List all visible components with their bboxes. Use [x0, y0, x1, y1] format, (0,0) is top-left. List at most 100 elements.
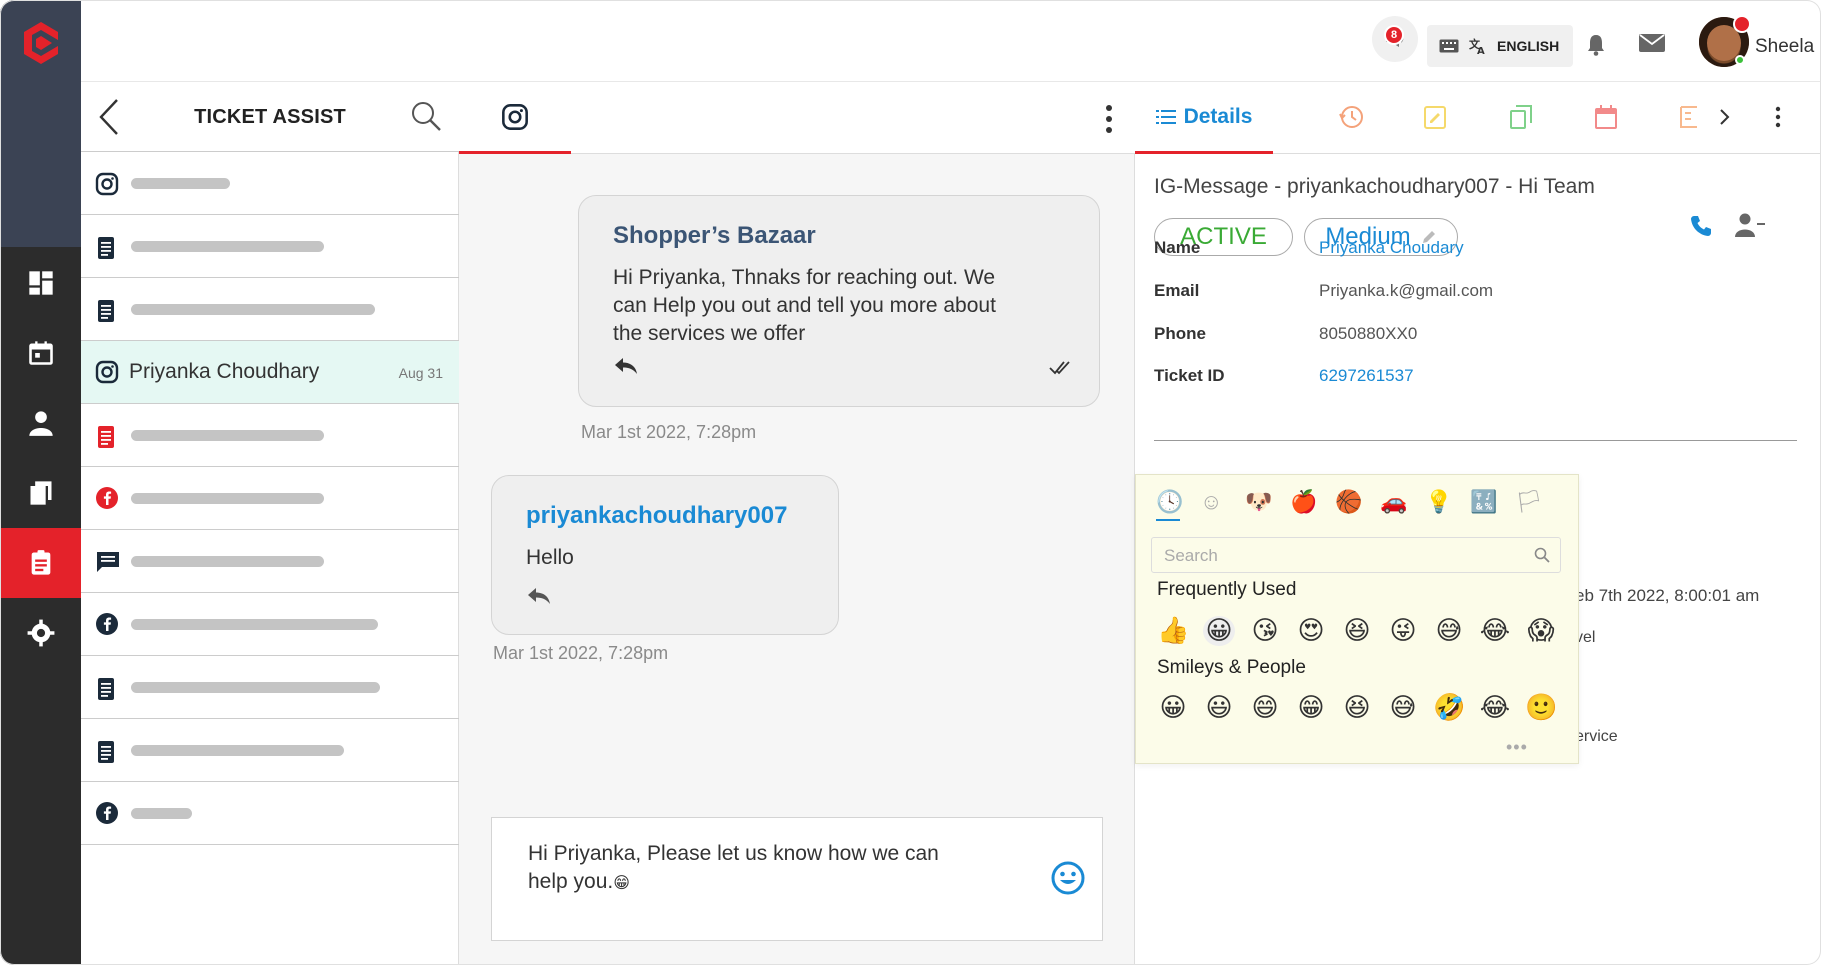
ticket-item[interactable]: [81, 782, 459, 845]
customer-phone: 8050880XX0: [1319, 324, 1418, 343]
category-symbols-icon[interactable]: 🔣: [1470, 489, 1497, 515]
customer-email: Priyanka.k@gmail.com: [1319, 281, 1494, 300]
reply-icon[interactable]: [613, 356, 639, 376]
dashboard-icon[interactable]: [0, 248, 81, 318]
message-sender: priyankachoudhary007: [526, 502, 788, 529]
ticket-item[interactable]: [81, 530, 459, 593]
more-vertical-icon[interactable]: [1105, 104, 1113, 134]
tab-details[interactable]: Details: [1135, 82, 1273, 154]
emoji-picker-button-icon[interactable]: [1050, 860, 1086, 896]
ticket-item[interactable]: [81, 215, 459, 278]
calendar-icon[interactable]: [1594, 104, 1618, 130]
category-flags-icon[interactable]: 🏳: [1515, 489, 1543, 515]
ticket-item[interactable]: [81, 467, 459, 530]
tab-instagram[interactable]: [459, 82, 571, 154]
user-avatar[interactable]: [1699, 15, 1751, 67]
ticket-item[interactable]: [81, 593, 459, 656]
composer-text[interactable]: Hi Priyanka, Please let us know how we c…: [528, 840, 1008, 897]
emoji[interactable]: 😆: [1341, 693, 1373, 723]
emoji[interactable]: 😆: [1341, 616, 1373, 646]
customer-message-bubble: priyankachoudhary007 Hello: [491, 475, 839, 635]
emoji[interactable]: 🤣: [1433, 693, 1465, 723]
history-icon[interactable]: [1338, 104, 1364, 130]
more-vertical-icon[interactable]: [1775, 106, 1781, 128]
list-icon: [1155, 109, 1176, 124]
search-icon[interactable]: [410, 100, 442, 132]
emoji[interactable]: 😃: [1203, 693, 1235, 723]
emoji-search[interactable]: [1151, 537, 1561, 573]
category-travel-icon[interactable]: 🚗: [1380, 489, 1407, 515]
category-food-icon[interactable]: 🍎: [1290, 489, 1317, 515]
online-status-dot: [1735, 55, 1745, 65]
app-logo[interactable]: [24, 22, 58, 64]
avatar-badge: [1733, 15, 1751, 33]
emoji[interactable]: 👍: [1157, 616, 1189, 646]
settings-gear-icon[interactable]: [0, 598, 81, 668]
placeholder-bar: [131, 178, 230, 189]
emoji[interactable]: 😅: [1387, 693, 1419, 723]
ticket-id-link[interactable]: 6297261537: [1319, 366, 1414, 386]
calendar-icon[interactable]: [0, 318, 81, 388]
username[interactable]: Sheela: [1755, 36, 1814, 58]
message-sender: Shopper’s Bazaar: [613, 222, 816, 249]
emoji[interactable]: 😂: [1479, 693, 1511, 723]
category-activity-icon[interactable]: 🏀: [1335, 489, 1362, 515]
emoji[interactable]: 🙂: [1525, 693, 1557, 723]
frequently-used-row: 👍 😀 😘 😍 😆 😜 😅 😂 😱: [1157, 616, 1557, 646]
category-animals-icon[interactable]: 🐶: [1245, 489, 1272, 515]
customer-name-link[interactable]: Priyanka Choudary: [1319, 238, 1464, 258]
instagram-icon: [502, 103, 528, 130]
ticket-item[interactable]: [81, 404, 459, 467]
details-tab-bar: Details: [1135, 82, 1821, 154]
facebook-icon-red: [96, 487, 118, 509]
tickets-icon[interactable]: [0, 528, 81, 598]
emoji[interactable]: 😀: [1157, 693, 1189, 723]
phone-icon[interactable]: [1689, 214, 1713, 238]
more-emoji-dots[interactable]: •••: [1506, 737, 1528, 758]
emoji[interactable]: 😅: [1433, 616, 1465, 646]
emoji[interactable]: 😂: [1479, 616, 1511, 646]
emoji[interactable]: 😁: [1295, 693, 1327, 723]
user-remove-icon[interactable]: [1735, 212, 1765, 238]
bell-icon[interactable]: [1586, 34, 1606, 56]
mail-icon[interactable]: [1639, 34, 1665, 52]
emoji[interactable]: 😱: [1525, 616, 1557, 646]
emoji[interactable]: 😄: [1249, 693, 1281, 723]
category-smileys-icon[interactable]: ☺: [1200, 489, 1222, 515]
emoji[interactable]: 😜: [1387, 616, 1419, 646]
placeholder-bar: [131, 619, 378, 630]
placeholder-bar: [131, 745, 344, 756]
emoji[interactable]: 😍: [1295, 616, 1327, 646]
ticket-item[interactable]: [81, 278, 459, 341]
ticket-list-header: TICKET ASSIST: [81, 82, 459, 152]
message-composer[interactable]: Hi Priyanka, Please let us know how we c…: [491, 817, 1103, 941]
contacts-icon[interactable]: [0, 388, 81, 458]
copy-icon[interactable]: [1509, 104, 1533, 130]
left-rail: [0, 0, 81, 965]
reply-icon[interactable]: [526, 586, 552, 606]
field-label-ticket-id: Ticket ID: [1154, 366, 1225, 385]
chevron-right-icon[interactable]: [1719, 108, 1731, 126]
emoji-picker: 🕓 ☺ 🐶 🍎 🏀 🚗 💡 🔣 🏳 Frequently Used 👍 😀 😘 …: [1135, 474, 1579, 764]
documents-icon[interactable]: [0, 458, 81, 528]
language-selector[interactable]: 文A ENGLISH: [1427, 25, 1573, 67]
ticket-item-selected[interactable]: Priyanka Choudhary Aug 31: [81, 341, 459, 404]
double-check-icon: [1049, 361, 1070, 375]
ticket-icon[interactable]: [1679, 104, 1697, 130]
category-objects-icon[interactable]: 💡: [1425, 489, 1452, 515]
placeholder-bar: [131, 493, 324, 504]
emoji-search-input[interactable]: [1164, 546, 1524, 566]
emoji[interactable]: 😘: [1249, 616, 1281, 646]
field-label-phone: Phone: [1154, 324, 1206, 343]
message-text: Hi Priyanka, Thnaks for reaching out. We…: [613, 266, 996, 345]
ticket-item[interactable]: [81, 719, 459, 782]
ticket-title: IG-Message - priyankachoudhary007 - Hi T…: [1154, 175, 1595, 198]
ticket-item[interactable]: [81, 152, 459, 215]
category-recent-icon[interactable]: 🕓: [1156, 489, 1183, 515]
field-label-email: Email: [1154, 281, 1200, 300]
announcements-button[interactable]: 8: [1372, 16, 1418, 62]
ticket-item[interactable]: [81, 656, 459, 719]
field-label-name: Name: [1154, 238, 1201, 257]
emoji[interactable]: 😀: [1203, 616, 1235, 646]
notes-icon[interactable]: [1423, 104, 1447, 130]
